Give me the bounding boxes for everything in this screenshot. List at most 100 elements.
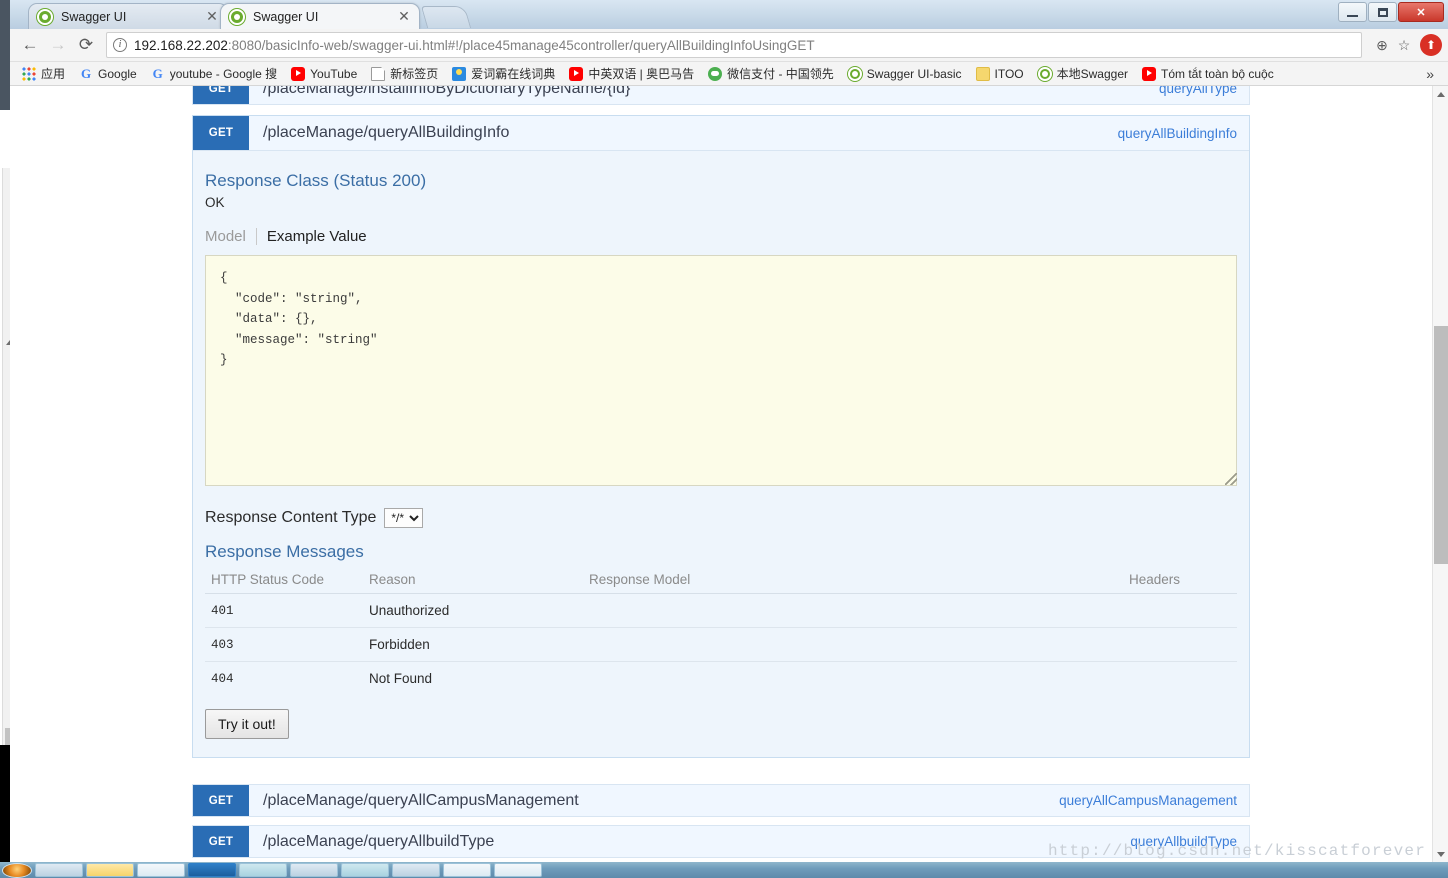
zoom-icon[interactable]: ⊕ xyxy=(1372,35,1392,55)
bookmark-wechatpay-label: 微信支付 - 中国领先 xyxy=(727,67,834,81)
response-class-title: Response Class (Status 200) xyxy=(205,171,427,190)
chrome-browser-window: Swagger UI ✕ Swagger UI ✕ ✕ ← → ⟳ i 192.… xyxy=(10,0,1448,862)
try-it-out-button[interactable]: Try it out! xyxy=(205,709,289,739)
bookmark-youtube-google-label: youtube - Google 搜 xyxy=(169,67,278,81)
bookmark-tomtat-label: Tóm tắt toàn bộ cuộc xyxy=(1161,66,1274,81)
page-icon xyxy=(371,66,386,81)
bookmark-youtube-google[interactable]: G youtube - Google 搜 xyxy=(145,64,283,84)
example-value-code[interactable]: { "code": "string", "data": {}, "message… xyxy=(205,255,1237,486)
column-http-status-code: HTTP Status Code xyxy=(205,568,363,594)
bookmark-swagger-basic[interactable]: Swagger UI-basic xyxy=(842,64,968,84)
back-button[interactable]: ← xyxy=(16,31,44,59)
status-code-cell: 404 xyxy=(211,671,234,686)
tab-example-value[interactable]: Example Value xyxy=(255,228,367,245)
taskbar-item[interactable] xyxy=(443,863,491,877)
start-button[interactable] xyxy=(2,862,32,878)
response-messages-title: Response Messages xyxy=(205,542,364,561)
forward-button[interactable]: → xyxy=(44,31,72,59)
bookmark-iciba[interactable]: 爱词霸在线词典 xyxy=(446,64,561,84)
operation-row-queryAllbuildType[interactable]: GET /placeManage/queryAllbuildType query… xyxy=(192,825,1250,858)
bookmark-newtab[interactable]: 新标签页 xyxy=(365,64,444,84)
bookmark-google[interactable]: G Google xyxy=(73,64,143,84)
swagger-operations-list: GET /placeManage/installInfoByDictionary… xyxy=(192,86,1250,862)
operation-header[interactable]: GET /placeManage/queryAllBuildingInfo qu… xyxy=(193,116,1249,151)
taskbar-item[interactable] xyxy=(290,863,338,877)
page-scrollbar[interactable] xyxy=(1432,86,1448,862)
taskbar-item[interactable] xyxy=(137,863,185,877)
bookmark-tomtat[interactable]: Tóm tắt toàn bộ cuộc xyxy=(1136,64,1280,84)
swagger-icon xyxy=(37,8,53,25)
taskbar-item[interactable] xyxy=(35,863,83,877)
taskbar-item-active[interactable] xyxy=(188,863,236,877)
http-method-badge: GET xyxy=(193,826,249,857)
taskbar-item[interactable] xyxy=(86,863,134,877)
response-model-cell xyxy=(583,593,1123,628)
maximize-button[interactable] xyxy=(1368,2,1397,22)
address-bar[interactable]: i 192.168.22.202:8080/basicInfo-web/swag… xyxy=(106,32,1362,58)
minimize-button[interactable] xyxy=(1338,2,1367,22)
table-row: 404 Not Found xyxy=(205,662,1237,696)
bookmark-youtube[interactable]: YouTube xyxy=(285,64,363,84)
bookmark-itoo[interactable]: ITOO xyxy=(970,64,1030,84)
bookmark-apps-label: 应用 xyxy=(41,67,66,81)
taskbar-item[interactable] xyxy=(494,863,542,877)
bookmark-local-swagger[interactable]: 本地Swagger xyxy=(1032,64,1134,84)
operation-nickname[interactable]: queryAllbuildType xyxy=(1130,826,1249,857)
bookmark-bilingual-label: 中英双语 | 奥巴马告 xyxy=(588,67,695,81)
google-icon: G xyxy=(80,65,92,81)
response-model-cell xyxy=(583,662,1123,696)
bookmark-star-icon[interactable]: ☆ xyxy=(1394,35,1414,55)
bookmark-itoo-label: ITOO xyxy=(994,66,1024,81)
folder-icon xyxy=(975,66,990,81)
url-host: 192.168.22.202 xyxy=(134,37,228,53)
bookmark-swagger-basic-label: Swagger UI-basic xyxy=(866,66,962,81)
operation-nickname[interactable]: queryAllType xyxy=(1159,86,1249,104)
scrollbar-thumb[interactable] xyxy=(1434,326,1448,564)
taskbar-item[interactable] xyxy=(392,863,440,877)
status-code-cell: 403 xyxy=(205,627,363,662)
tab-strip: Swagger UI ✕ Swagger UI ✕ ✕ xyxy=(10,0,1448,29)
browser-tab-2[interactable]: Swagger UI ✕ xyxy=(220,3,420,29)
status-code-cell: 401 xyxy=(205,593,363,628)
page-content: GET /placeManage/installInfoByDictionary… xyxy=(10,86,1432,862)
wechat-icon xyxy=(708,66,723,81)
bookmarks-bar: 应用 G Google G youtube - Google 搜 YouTube… xyxy=(10,62,1448,86)
operation-row-partial[interactable]: GET /placeManage/installInfoByDictionary… xyxy=(192,86,1250,105)
browser-tab-2-title: Swagger UI xyxy=(253,9,319,24)
bookmarks-overflow-icon[interactable]: » xyxy=(1418,66,1442,82)
taskbar-item[interactable] xyxy=(341,863,389,877)
close-icon[interactable]: ✕ xyxy=(397,9,411,24)
table-row: 401 Unauthorized xyxy=(205,593,1237,628)
response-content-type-label: Response Content Type xyxy=(205,509,377,526)
tab-model[interactable]: Model xyxy=(205,228,246,245)
windows-taskbar xyxy=(0,862,1448,878)
swagger-icon xyxy=(1037,66,1052,81)
new-tab-button[interactable] xyxy=(420,6,472,28)
bookmark-wechatpay[interactable]: 微信支付 - 中国领先 xyxy=(702,64,840,84)
omnibox-actions: ⊕ ☆ xyxy=(1366,35,1414,55)
operation-nickname[interactable]: queryAllCampusManagement xyxy=(1059,785,1249,816)
bookmark-bilingual[interactable]: 中英双语 | 奥巴马告 xyxy=(563,64,700,84)
operation-path: /placeManage/queryAllBuildingInfo xyxy=(263,124,510,141)
scroll-up-icon[interactable] xyxy=(1433,86,1448,102)
browser-tab-1[interactable]: Swagger UI ✕ xyxy=(28,3,228,29)
bookmark-apps[interactable]: 应用 xyxy=(16,64,71,84)
maximize-icon xyxy=(1377,7,1388,17)
browser-tab-1-title: Swagger UI xyxy=(61,9,127,24)
screen: Swagger UI ✕ Swagger UI ✕ ✕ ← → ⟳ i 192.… xyxy=(0,0,1448,878)
site-info-icon[interactable]: i xyxy=(113,38,127,52)
operation-nickname[interactable]: queryAllBuildingInfo xyxy=(1118,116,1249,150)
apps-grid-icon xyxy=(22,66,36,81)
close-icon[interactable]: ✕ xyxy=(205,9,219,24)
code-resize-handle[interactable] xyxy=(1225,473,1237,485)
close-window-button[interactable]: ✕ xyxy=(1398,2,1444,22)
scroll-down-icon[interactable] xyxy=(1433,846,1448,862)
response-content-type-select[interactable]: */* xyxy=(384,508,424,528)
bookmark-youtube-label: YouTube xyxy=(310,66,358,81)
reload-button[interactable]: ⟳ xyxy=(72,31,100,59)
update-menu-icon[interactable]: ⬆ xyxy=(1420,34,1442,56)
operation-row-queryAllCampusManagement[interactable]: GET /placeManage/queryAllCampusManagemen… xyxy=(192,784,1250,817)
table-header-row: HTTP Status Code Reason Response Model H… xyxy=(205,568,1237,594)
reason-cell: Unauthorized xyxy=(363,593,583,628)
taskbar-item[interactable] xyxy=(239,863,287,877)
